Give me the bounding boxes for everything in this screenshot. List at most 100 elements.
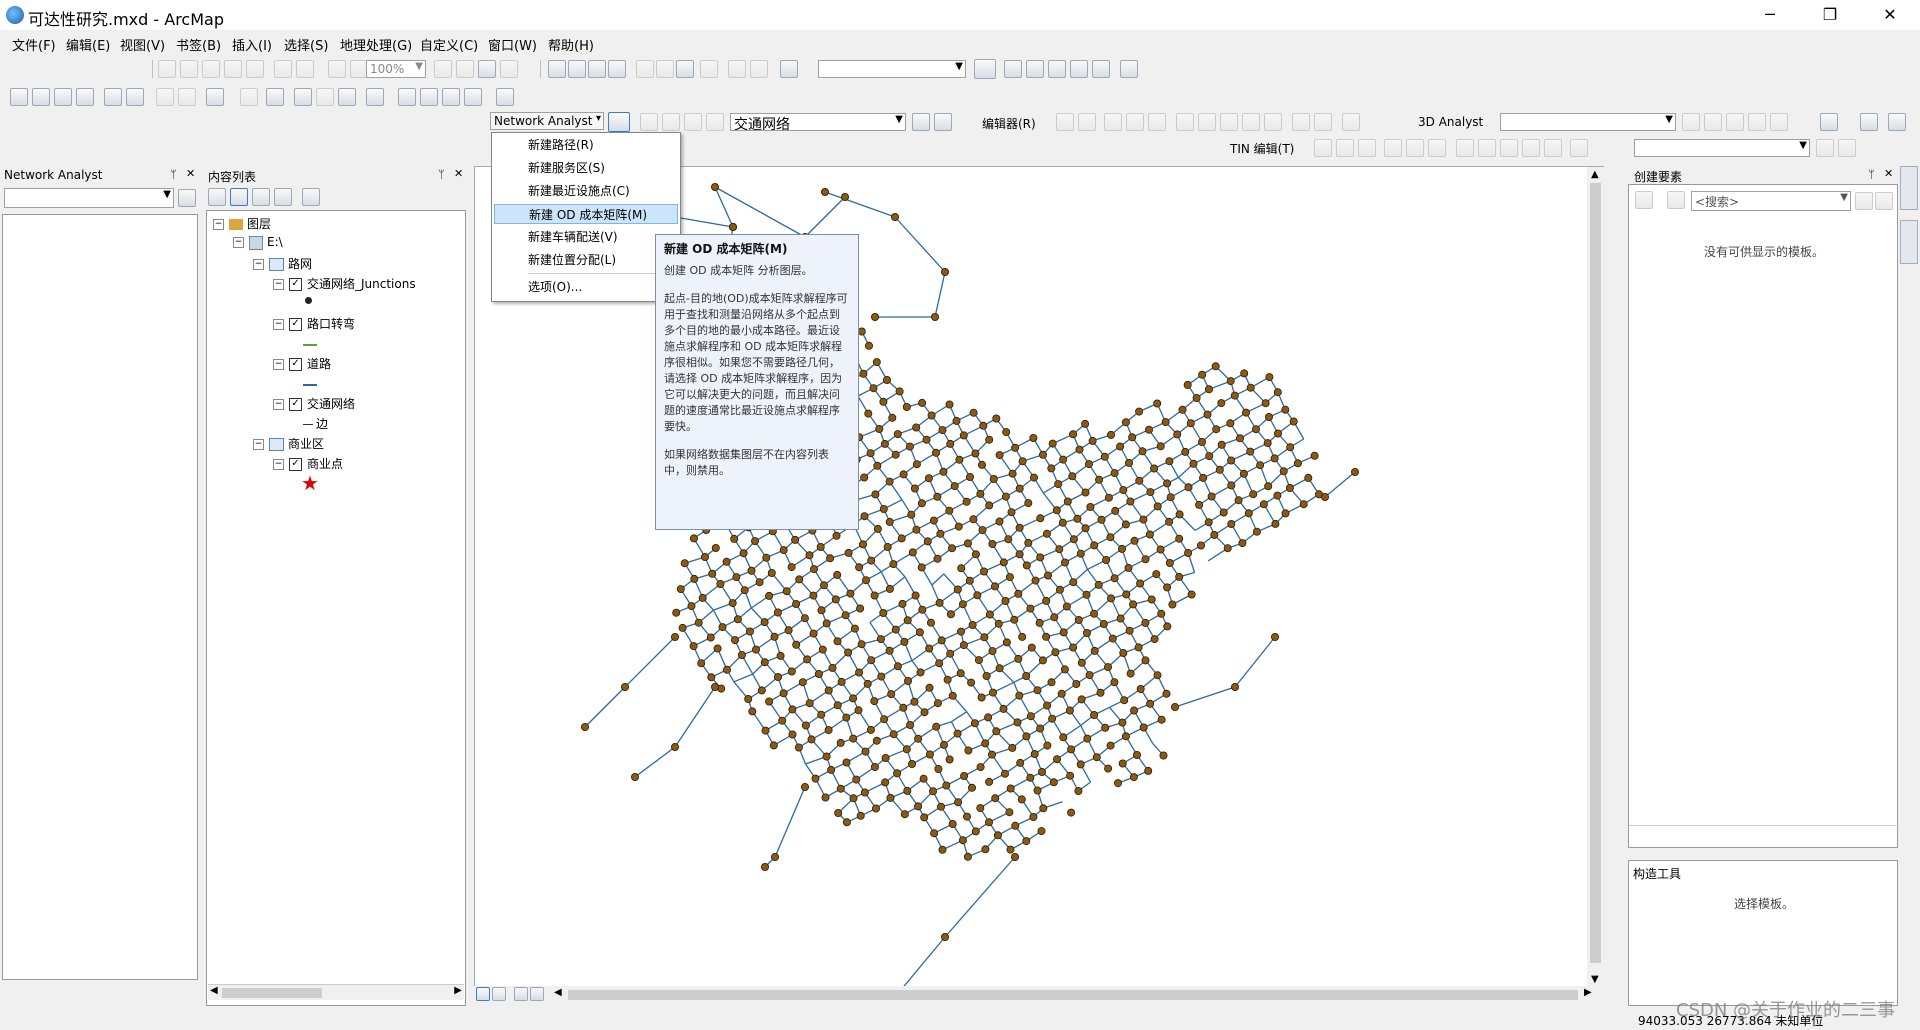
layout-change-icon[interactable]	[478, 60, 496, 78]
trace-icon[interactable]	[1148, 113, 1166, 131]
menu-item-new-vehicle-routing[interactable]: 新建车辆配送(V)	[494, 227, 678, 247]
network-analyst-tree[interactable]	[2, 214, 198, 980]
line-of-sight-icon[interactable]	[1726, 113, 1744, 131]
network-dataset-combo[interactable]: 交通网络 ▼	[730, 113, 906, 133]
menu-help[interactable]: 帮助(H)	[548, 35, 594, 54]
3d-layer-combo[interactable]: ▼	[1500, 113, 1676, 131]
contour-icon[interactable]	[1682, 113, 1700, 131]
sketch-properties-icon[interactable]	[1314, 113, 1332, 131]
network-analyst-menu-button[interactable]: Network Analyst ▾	[490, 112, 604, 130]
layout-zoom-in-icon[interactable]	[274, 60, 292, 78]
tin-modify-icon[interactable]	[1500, 139, 1518, 157]
menu-insert[interactable]: 插入(I)	[232, 35, 272, 54]
menu-selection[interactable]: 选择(S)	[284, 35, 328, 54]
georef-tool-3-icon[interactable]	[202, 60, 220, 78]
rotate-icon[interactable]	[1264, 113, 1282, 131]
fixed-zoom-out-icon[interactable]	[126, 88, 144, 106]
arctoolbox-icon[interactable]	[1070, 60, 1088, 78]
toc-scroll-thumb[interactable]	[222, 988, 322, 998]
toc-window-icon[interactable]	[1004, 60, 1022, 78]
catalog-window-icon[interactable]	[1026, 60, 1044, 78]
modelbuilder-icon[interactable]	[1120, 60, 1138, 78]
html-popup-icon[interactable]	[338, 88, 356, 106]
menu-item-new-closest-facility[interactable]: 新建最近设施点(C)	[494, 181, 678, 201]
template-organize-icon[interactable]	[1875, 192, 1893, 210]
network-analyst-close-icon[interactable]: ✕	[186, 167, 195, 180]
end-point-arc-icon[interactable]	[1126, 113, 1144, 131]
edit-annotation-icon[interactable]	[1078, 113, 1096, 131]
georef-tool-2-icon[interactable]	[180, 60, 198, 78]
toc-row-road-group[interactable]: − 路网	[253, 255, 312, 272]
create-features-close-icon[interactable]: ✕	[1884, 167, 1893, 180]
network-identify-icon[interactable]	[912, 113, 930, 131]
minimize-button[interactable]: ─	[1740, 0, 1800, 30]
restore-button[interactable]: ❐	[1800, 0, 1860, 30]
fixed-zoom-in-icon[interactable]	[104, 88, 122, 106]
menu-bookmarks[interactable]: 书签(B)	[176, 35, 221, 54]
create-features-icon[interactable]	[1342, 113, 1360, 131]
tin-add-polygon-icon[interactable]	[1358, 139, 1376, 157]
map-vscroll-thumb[interactable]	[1590, 183, 1601, 963]
list-by-drawing-order-icon[interactable]	[208, 188, 226, 206]
list-by-selection-icon[interactable]	[274, 188, 292, 206]
layout-view-icon[interactable]	[492, 987, 506, 1001]
menu-item-new-location-allocation[interactable]: 新建位置分配(L)	[494, 250, 678, 270]
map-scroll-right-icon[interactable]: ▶	[1584, 987, 1592, 998]
map-vertical-scrollbar[interactable]: ▲ ▼	[1587, 167, 1604, 987]
menu-item-new-od-cost-matrix[interactable]: 新建 OD 成本矩阵(M)	[494, 204, 678, 224]
tin-move-node-icon[interactable]	[1456, 139, 1474, 157]
dock-tab-catalog[interactable]	[1900, 166, 1918, 210]
scroll-right-icon[interactable]: ▶	[454, 985, 462, 996]
tin-edit-menu-button[interactable]: TIN 编辑(T)	[1230, 140, 1294, 157]
tin-options-icon[interactable]	[1570, 139, 1588, 157]
toc-row-business-points[interactable]: − ✓ 商业点	[273, 455, 343, 472]
list-by-source-icon[interactable]	[230, 188, 248, 206]
close-window-button[interactable]: ✕	[1860, 0, 1920, 30]
find-route-icon[interactable]	[420, 88, 438, 106]
layout-toggle-icon[interactable]	[434, 60, 452, 78]
python-window-icon[interactable]	[1092, 60, 1110, 78]
scale-combo[interactable]: ▼	[818, 60, 966, 78]
delete-icon[interactable]	[700, 60, 718, 78]
tin-add-node-icon[interactable]	[1314, 139, 1332, 157]
open-icon[interactable]	[568, 60, 586, 78]
add-data-icon[interactable]	[780, 60, 798, 78]
menu-geoprocessing[interactable]: 地理处理(G)	[340, 35, 412, 54]
find-icon[interactable]	[398, 88, 416, 106]
tin-layer-combo[interactable]: ▼	[1634, 139, 1810, 157]
tin-delete-node-icon[interactable]	[1384, 139, 1402, 157]
toc-row-root[interactable]: − 图层	[213, 215, 271, 232]
reshape-icon[interactable]	[1198, 113, 1216, 131]
search-window-icon[interactable]	[1048, 60, 1066, 78]
tin-swap-edge-icon[interactable]	[1478, 139, 1496, 157]
menu-windows[interactable]: 窗口(W)	[488, 35, 537, 54]
select-elements-icon[interactable]	[266, 88, 284, 106]
create-features-pin-icon[interactable]: ᛘ	[1868, 168, 1875, 181]
scroll-down-icon[interactable]: ▼	[1591, 974, 1599, 985]
tin-tool-a-icon[interactable]	[1816, 139, 1834, 157]
toc-pin-icon[interactable]: ᛘ	[438, 168, 445, 181]
zoom-percent-combo[interactable]: 100% ▼	[366, 60, 426, 78]
network-visibility-checkbox[interactable]: ✓	[289, 398, 302, 411]
arcglobe-icon[interactable]	[1888, 113, 1906, 131]
data-view-icon[interactable]	[476, 987, 490, 1001]
dock-tab-search[interactable]	[1900, 220, 1918, 264]
toc-row-roads[interactable]: − ✓ 道路	[273, 355, 331, 372]
pan-icon[interactable]	[54, 88, 72, 106]
toc-row-junctions[interactable]: − ✓ 交通网络_Junctions	[273, 275, 416, 292]
tin-delineate-icon[interactable]	[1544, 139, 1562, 157]
build-network-dataset-icon[interactable]	[934, 113, 952, 131]
network-analyst-window-icon[interactable]	[608, 112, 630, 132]
go-forward-icon[interactable]	[178, 88, 196, 106]
menu-item-new-route[interactable]: 新建路径(R)	[494, 135, 678, 155]
full-extent-icon[interactable]	[76, 88, 94, 106]
redo-icon[interactable]	[750, 60, 768, 78]
toc-row-business-group[interactable]: − 商业区	[253, 435, 324, 452]
menu-customize[interactable]: 自定义(C)	[420, 35, 478, 54]
layout-focus-icon[interactable]	[456, 60, 474, 78]
edit-tool-icon[interactable]	[1056, 113, 1074, 131]
georef-tool-5-icon[interactable]	[246, 60, 264, 78]
editor-menu-button[interactable]: 编辑器(R)	[982, 115, 1036, 132]
measure-icon[interactable]	[366, 88, 384, 106]
tin-tool-b-icon[interactable]	[1838, 139, 1856, 157]
